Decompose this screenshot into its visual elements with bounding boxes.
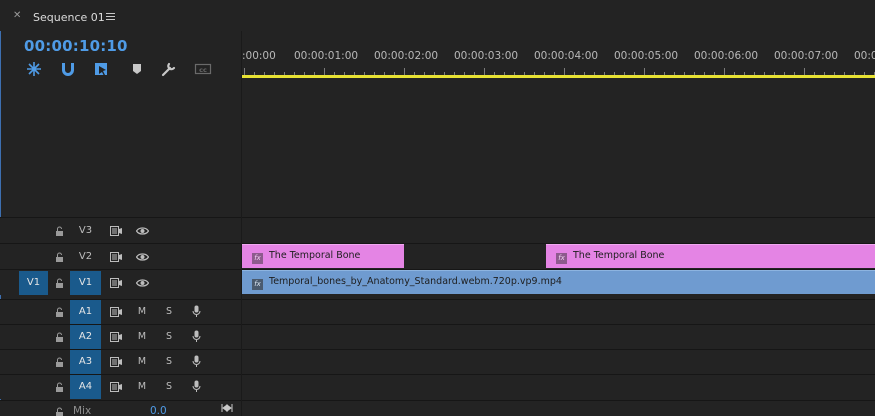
lock-icon[interactable] xyxy=(55,332,64,342)
track-name-v2[interactable]: V2 xyxy=(70,245,101,269)
source-patch-v1[interactable]: V1 xyxy=(19,271,48,295)
ruler-time-label: 00:00:04:00 xyxy=(534,50,599,62)
panel-tab-bar: ✕ Sequence 01 xyxy=(0,0,875,31)
captions-icon[interactable]: cc xyxy=(194,61,212,77)
track-lane-a4[interactable] xyxy=(242,374,875,399)
clip-label: Temporal_bones_by_Anatomy_Standard.webm.… xyxy=(269,276,562,287)
solo-button[interactable]: S xyxy=(164,331,174,342)
solo-button[interactable]: S xyxy=(164,381,174,392)
track-lane-mix[interactable] xyxy=(242,400,875,416)
fx-badge[interactable]: fx xyxy=(556,253,567,264)
lock-icon[interactable] xyxy=(55,278,64,288)
ruler-time-label: 00:00:05:00 xyxy=(614,50,679,62)
ruler-time-label: 00:00:02:00 xyxy=(374,50,439,62)
track-lane-v1[interactable]: fx Temporal_bones_by_Anatomy_Standard.web… xyxy=(242,269,875,295)
eye-icon[interactable] xyxy=(136,226,149,236)
track-name-a4[interactable]: A4 xyxy=(70,375,101,399)
clip-label: The Temporal Bone xyxy=(573,250,665,261)
sync-lock-film-icon[interactable] xyxy=(110,382,122,392)
go-to-in-out-icon[interactable] xyxy=(221,403,233,413)
clip-title-temporal-bone-1[interactable]: fx The Temporal Bone xyxy=(242,244,404,268)
lock-icon[interactable] xyxy=(55,252,64,262)
track-lane-a1[interactable] xyxy=(242,299,875,324)
track-header-v2: V2 xyxy=(0,243,241,269)
track-header-a4: A4 M S xyxy=(0,374,241,399)
sync-lock-film-icon[interactable] xyxy=(110,226,122,236)
track-name-a3[interactable]: A3 xyxy=(70,350,101,374)
eye-icon[interactable] xyxy=(136,278,149,288)
insert-nest-icon[interactable] xyxy=(25,61,43,77)
microphone-icon[interactable] xyxy=(192,380,201,393)
track-name-v3[interactable]: V3 xyxy=(70,219,101,243)
lock-icon[interactable] xyxy=(55,357,64,367)
track-header-a3: A3 M S xyxy=(0,349,241,374)
mix-label: Mix xyxy=(73,405,92,416)
fx-badge[interactable]: fx xyxy=(252,253,263,264)
microphone-icon[interactable] xyxy=(192,305,201,318)
lock-icon[interactable] xyxy=(55,226,64,236)
linked-selection-icon[interactable] xyxy=(93,61,111,77)
mute-button[interactable]: M xyxy=(137,381,147,392)
solo-button[interactable]: S xyxy=(164,306,174,317)
work-area-bar[interactable] xyxy=(242,75,875,78)
sync-lock-film-icon[interactable] xyxy=(110,357,122,367)
clip-title-temporal-bone-2[interactable]: fx The Temporal Bone xyxy=(546,244,875,268)
track-lane-v3[interactable] xyxy=(242,217,875,243)
lock-icon[interactable] xyxy=(55,307,64,317)
snap-magnet-icon[interactable] xyxy=(59,61,77,77)
track-name-a2[interactable]: A2 xyxy=(70,325,101,349)
track-header-a2: A2 M S xyxy=(0,324,241,349)
microphone-icon[interactable] xyxy=(192,355,201,368)
sync-lock-film-icon[interactable] xyxy=(110,278,122,288)
fx-badge[interactable]: fx xyxy=(252,279,263,290)
mute-button[interactable]: M xyxy=(137,331,147,342)
playhead-timecode[interactable]: 00:00:10:10 xyxy=(24,37,128,55)
add-marker-icon[interactable] xyxy=(128,61,146,77)
timeline-settings-wrench-icon[interactable] xyxy=(160,61,178,77)
ruler-time-label: 00:0 xyxy=(854,50,875,62)
ruler-time-label: 00:00:06:00 xyxy=(694,50,759,62)
sync-lock-film-icon[interactable] xyxy=(110,332,122,342)
svg-text:cc: cc xyxy=(199,66,207,74)
track-header-mix xyxy=(0,400,241,416)
ruler-time-label: 00:00:07:00 xyxy=(774,50,839,62)
track-lane-a2[interactable] xyxy=(242,324,875,349)
track-lane-a3[interactable] xyxy=(242,349,875,374)
sync-lock-film-icon[interactable] xyxy=(110,307,122,317)
eye-icon[interactable] xyxy=(136,252,149,262)
track-header-v1: V1 V1 xyxy=(0,269,241,295)
lock-icon[interactable] xyxy=(55,382,64,392)
track-name-v1[interactable]: V1 xyxy=(70,271,101,295)
microphone-icon[interactable] xyxy=(192,330,201,343)
ruler-time-label: 00:00:03:00 xyxy=(454,50,519,62)
mute-button[interactable]: M xyxy=(137,306,147,317)
mix-volume-value[interactable]: 0.0 xyxy=(150,405,167,416)
ruler-time-label: 00:00:01:00 xyxy=(294,50,359,62)
time-ruler[interactable]: :00:00 00:00:01:00 00:00:02:00 00:00:03:00 0… xyxy=(242,31,875,77)
hamburger-menu-icon[interactable] xyxy=(106,13,115,21)
clip-label: The Temporal Bone xyxy=(269,250,361,261)
sync-lock-film-icon[interactable] xyxy=(110,252,122,262)
lock-icon[interactable] xyxy=(55,407,64,416)
track-header-v3: V3 xyxy=(0,217,241,243)
solo-button[interactable]: S xyxy=(164,356,174,367)
ruler-time-label: :00:00 xyxy=(242,50,276,62)
mute-button[interactable]: M xyxy=(137,356,147,367)
clip-video-temporal-bones[interactable]: fx Temporal_bones_by_Anatomy_Standard.web… xyxy=(242,270,875,294)
track-name-a1[interactable]: A1 xyxy=(70,300,101,324)
sequence-tab-title[interactable]: Sequence 01 xyxy=(33,11,105,25)
close-icon[interactable]: ✕ xyxy=(13,11,23,21)
track-lane-v2[interactable]: fx The Temporal Bone fx The Temporal Bone xyxy=(242,243,875,269)
track-header-a1: A1 M S xyxy=(0,299,241,324)
